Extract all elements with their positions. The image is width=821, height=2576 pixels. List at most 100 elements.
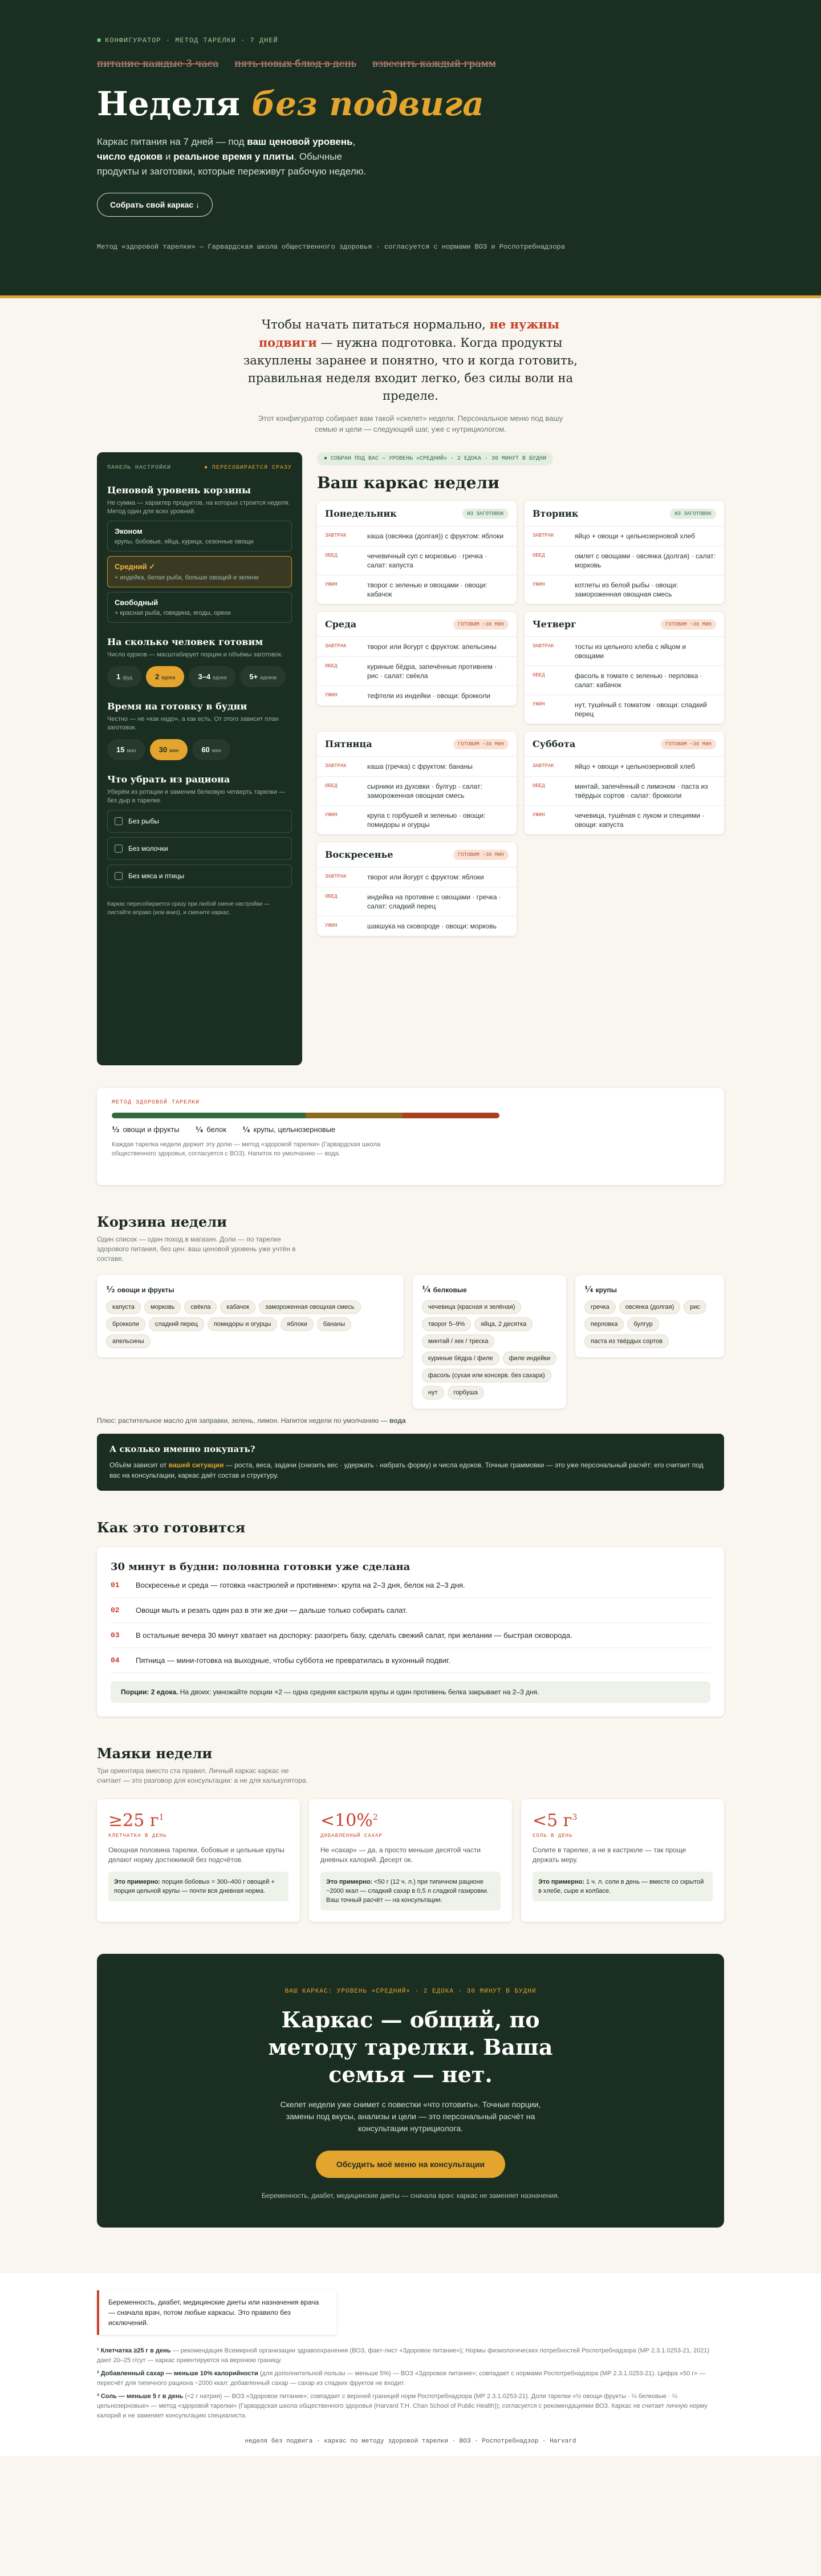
product-chip: бананы [316, 1317, 352, 1331]
chip-list: капуста морковь свёкла кабачок замороженная … [106, 1300, 395, 1348]
day-card: Понедельник ИЗ ЗАГОТОВОК ЗАВТРАК каша (овся… [317, 501, 517, 604]
price-heading: Ценовой уровень корзины [107, 485, 251, 496]
footnote: ¹ Клетчатка ≥25 г в день — рекомендация … [97, 2346, 724, 2366]
mark-text: Овощная половина тарелки, бобовые и цель… [108, 1846, 284, 1864]
mark-example: Это примерно: <50 г (12 ч. л.) при типич… [320, 1872, 501, 1910]
footnote: ³ Соль — меньше 5 г в день (<2 г натрия)… [97, 2392, 724, 2421]
day-header: Пятница ГОТОВИМ ~30 МИН [317, 732, 517, 757]
people-3-4[interactable]: 3–4 едока [189, 666, 236, 687]
product-chip: сладкий перец [148, 1317, 204, 1331]
intro-section: Чтобы начать питаться нормально, не нужн… [0, 298, 821, 433]
meal-type: УЖИН [533, 701, 545, 707]
how-card-title: 30 минут в будни: половина готовки уже с… [111, 1561, 410, 1573]
product-chip: брокколи [106, 1317, 145, 1331]
exclude-fish[interactable]: Без рыбы [107, 810, 292, 833]
meal-type: ЗАВТРАК [533, 763, 554, 769]
product-chip: филе индейки [502, 1352, 557, 1365]
time-heading: Время на готовку в будни [107, 701, 247, 712]
consult-button[interactable]: Обсудить моё меню на консультации [315, 2151, 506, 2178]
price-option-economy[interactable]: Эконом крупы, бобовые, яйца, курица, сезо… [107, 521, 292, 551]
price-option-free[interactable]: Свободный + красная рыба, говядина, ягоды… [107, 592, 292, 623]
step-number: 04 [111, 1656, 120, 1665]
hero-note: Метод «здоровой тарелки» — Гарвардская ш… [97, 243, 565, 251]
step-text: В остальные вечера 30 минут хватает на д… [136, 1631, 572, 1640]
panel-live-badge: ● ПЕРЕСОБИРАЕТСЯ СРАЗУ [204, 465, 292, 471]
cta-small: Беременность, диабет, медицинские диеты … [261, 2192, 560, 2200]
meal-dish: омлет с овощами · овсянка (долгая) · сал… [575, 552, 716, 569]
product-chip: морковь [144, 1300, 181, 1314]
legend-protein: ¼ белок [195, 1125, 226, 1134]
footnote-text: (<2 г натрия) — ВОЗ «Здоровое питание»; … [97, 2393, 708, 2419]
legend-veg: ½ овощи и фрукты [112, 1125, 180, 1134]
basket-fraction: ½ [106, 1284, 115, 1295]
day-tag: ГОТОВИМ ~30 МИН [660, 739, 716, 749]
product-chip: капуста [106, 1300, 141, 1314]
meal-dish: творог с зеленью и овощами · овощи: каба… [367, 581, 487, 598]
basket-note: Плюс: растительное масло для заправки, з… [97, 1417, 406, 1425]
meal-row: ОБЕД минтай, запечённый с лимоном · паста… [525, 777, 724, 806]
checkbox-icon [115, 872, 123, 880]
mark-label: ДОБАВЛЕННЫЙ САХАР [320, 1833, 383, 1839]
mark-card: ≥25 г1 КЛЕТЧАТКА В ДЕНЬ Овощная половина т… [97, 1799, 300, 1922]
plate-method: МЕТОД ЗДОРОВОЙ ТАРЕЛКИ ½ овощи и фрукты ¼… [97, 1088, 724, 1185]
day-tag: ГОТОВИМ ~30 МИН [453, 739, 509, 749]
how-much-title: А сколько именно покупать? [109, 1444, 255, 1454]
product-chip: горбуша [447, 1386, 485, 1399]
mark-card: <10%2 ДОБАВЛЕННЫЙ САХАР Не «сахар» — да, а… [309, 1799, 512, 1922]
meal-type: УЖИН [325, 923, 338, 928]
basket-column: ¼ крупы гречка овсянка (долгая) рис перловка б… [575, 1275, 725, 1357]
people-2[interactable]: 2 едока [146, 666, 185, 687]
time-15[interactable]: 15 мин [107, 739, 145, 760]
people-1[interactable]: 1 фуд [107, 666, 141, 687]
footnote-text: — рекомендация Всемирной организации здр… [97, 2347, 710, 2364]
people-5plus[interactable]: 5+ едоков [240, 666, 286, 687]
meal-type: ЗАВТРАК [325, 533, 347, 538]
product-chip: перловка [584, 1317, 624, 1331]
meal-row: ЗАВТРАК яйцо + овощи + цельнозерновой хле… [525, 526, 724, 546]
basket-sub: Один список — один поход в магазин. Доли… [97, 1235, 296, 1263]
exclude-dairy[interactable]: Без молочки [107, 837, 292, 860]
basket-header: ¼ крупы [584, 1284, 715, 1295]
day-header: Вторник ИЗ ЗАГОТОВОК [525, 501, 724, 526]
time-sub: Честно — не «как надо», а как есть. От э… [107, 716, 279, 731]
build-button[interactable]: Собрать свой каркас ↓ [97, 193, 213, 217]
product-chip: фасоль (сухая или консерв. без сахара) [421, 1369, 551, 1382]
time-60[interactable]: 60 мин [192, 739, 230, 760]
basket-title: Корзина недели [97, 1214, 227, 1230]
how-title: Как это готовится [97, 1519, 246, 1536]
plate-bar [112, 1113, 499, 1118]
legend-grains: ¼ крупы, цельнозерновые [242, 1125, 336, 1134]
product-chip: минтай / хек / треска [421, 1334, 495, 1348]
meal-row: УЖИН шакшука на сковороде · овощи: морков… [317, 916, 517, 936]
mark-number: ≥25 г [108, 1811, 159, 1831]
settings-panel: ПАНЕЛЬ НАСТРОЙКИ ● ПЕРЕСОБИРАЕТСЯ СРАЗУ Ц… [97, 452, 302, 1065]
hero-strikes: питание каждые 3 часа пять новых блюд в … [97, 58, 724, 70]
meal-type: УЖИН [533, 582, 545, 587]
product-chip: апельсины [106, 1334, 151, 1348]
meal-row: ЗАВТРАК творог или йогурт с фруктом: апел… [317, 637, 517, 657]
meal-row: ОБЕД куриные бёдра, запечённые противнем … [317, 657, 517, 686]
meal-dish: индейка на противне с овощами · гречка ·… [367, 893, 501, 910]
product-chip: куриные бёдра / филе [421, 1352, 499, 1365]
meal-dish: творог или йогурт с фруктом: яблоки [367, 873, 484, 881]
panel-title: ПАНЕЛЬ НАСТРОЙКИ [107, 465, 172, 471]
plate-segment [403, 1113, 499, 1118]
basket-header: ¼ белковые [422, 1284, 557, 1295]
product-chip: паста из твёрдых сортов [584, 1334, 669, 1348]
exclude-meat[interactable]: Без мяса и птицы [107, 865, 292, 887]
step-text: Овощи мыть и резать один раз в эти же дн… [136, 1606, 408, 1614]
product-chip: рис [684, 1300, 706, 1314]
mark-value: ≥25 г1 [108, 1811, 288, 1831]
page-title: Неделя без подвига [97, 84, 484, 123]
day-tag: ИЗ ЗАГОТОВОК [462, 508, 509, 519]
step-number: 01 [111, 1581, 120, 1589]
marks-sub: Три ориентира вместо ста правил. Личный … [97, 1767, 308, 1784]
configurator: ПАНЕЛЬ НАСТРОЙКИ ● ПЕРЕСОБИРАЕТСЯ СРАЗУ Ц… [97, 429, 724, 1065]
marks-title: Маяки недели [97, 1745, 213, 1762]
chip-list: гречка овсянка (долгая) рис перловка булгур п… [584, 1300, 715, 1348]
footer-copy: неделя без подвига · каркас по методу зд… [245, 2438, 576, 2445]
price-option-medium[interactable]: Средний ✓ + индейка, белая рыба, больше о… [107, 556, 292, 587]
how-note: Порции: 2 едока. На двоих: умножайте пор… [111, 1681, 710, 1703]
meal-row: УЖИН творог с зеленью и овощами · овощи: … [317, 575, 517, 604]
time-30[interactable]: 30 мин [149, 739, 188, 760]
